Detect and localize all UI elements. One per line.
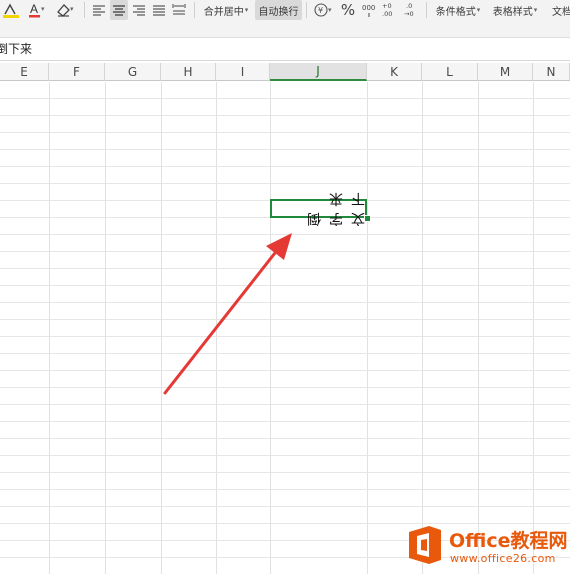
column-header-n[interactable]: N [533, 63, 570, 81]
document-button[interactable]: 文档 [552, 0, 570, 20]
auto-wrap-button[interactable]: 自动换行 [255, 0, 302, 20]
conditional-format-label: 条件格式 [435, 6, 476, 18]
table-style-button[interactable]: 表格样式 ▾ [488, 0, 542, 20]
formula-bar[interactable]: 倒下来 [0, 38, 570, 61]
cell-text-upside-down: 文字倒下来 [299, 189, 365, 226]
ribbon-toolbar: A ▾ ▾ 合并居中 ▾ 自动换行 ¥ ▾ % 000 +0.00 .0 →0 条件格式… [0, 0, 570, 38]
svg-text:→0: →0 [404, 10, 414, 18]
align-right-icon[interactable] [130, 0, 148, 20]
document-label: 文档 [552, 6, 570, 18]
svg-text:▾: ▾ [70, 5, 74, 13]
distributed-align-icon[interactable] [170, 0, 188, 20]
office-logo-icon [409, 526, 441, 564]
increase-decimal-icon[interactable]: +0.00 [380, 0, 400, 20]
justify-icon[interactable] [150, 0, 168, 20]
eraser-icon[interactable]: ▾ [52, 0, 78, 20]
table-style-label: 表格样式 [492, 6, 533, 18]
svg-text:▾: ▾ [328, 6, 332, 14]
svg-text:.0: .0 [406, 2, 412, 10]
fill-handle[interactable] [364, 215, 371, 222]
percent-icon[interactable]: % [338, 0, 358, 20]
currency-icon[interactable]: ¥ ▾ [312, 0, 336, 20]
svg-text:▾: ▾ [41, 5, 45, 13]
conditional-format-button[interactable]: 条件格式 ▾ [432, 0, 484, 20]
svg-text:+0: +0 [382, 2, 392, 10]
svg-text:000: 000 [362, 4, 375, 12]
red-arrow-annotation [163, 233, 292, 395]
column-header-j[interactable]: J [270, 63, 367, 81]
merge-center-label: 合并居中 [203, 6, 244, 18]
decrease-decimal-icon[interactable]: .0 →0 [402, 0, 422, 20]
merge-center-button[interactable]: 合并居中 ▾ [200, 0, 252, 20]
svg-text:.00: .00 [382, 10, 392, 18]
watermark-url: www.office26.com [450, 552, 556, 565]
selected-cell-j[interactable]: 文字倒下来 [270, 190, 367, 226]
align-left-icon[interactable] [90, 0, 108, 20]
font-color-icon[interactable]: A ▾ [24, 0, 48, 20]
formula-content: 倒下来 [0, 42, 33, 56]
svg-text:¥: ¥ [318, 6, 323, 15]
align-center-icon[interactable] [110, 0, 128, 20]
column-header-m[interactable]: M [478, 63, 533, 81]
column-header-i[interactable]: I [216, 63, 270, 81]
column-header-g[interactable]: G [105, 63, 161, 81]
column-header-e[interactable]: E [0, 63, 49, 81]
column-header-h[interactable]: H [161, 63, 216, 81]
fill-color-icon[interactable] [0, 0, 22, 20]
thousands-separator-icon[interactable]: 000 [360, 0, 378, 20]
auto-wrap-label: 自动换行 [258, 6, 299, 18]
svg-text:A: A [30, 2, 38, 16]
column-header-l[interactable]: L [422, 63, 478, 81]
watermark-brand: Office教程网 [449, 530, 568, 552]
column-header-f[interactable]: F [49, 63, 105, 81]
column-header-k[interactable]: K [367, 63, 422, 81]
